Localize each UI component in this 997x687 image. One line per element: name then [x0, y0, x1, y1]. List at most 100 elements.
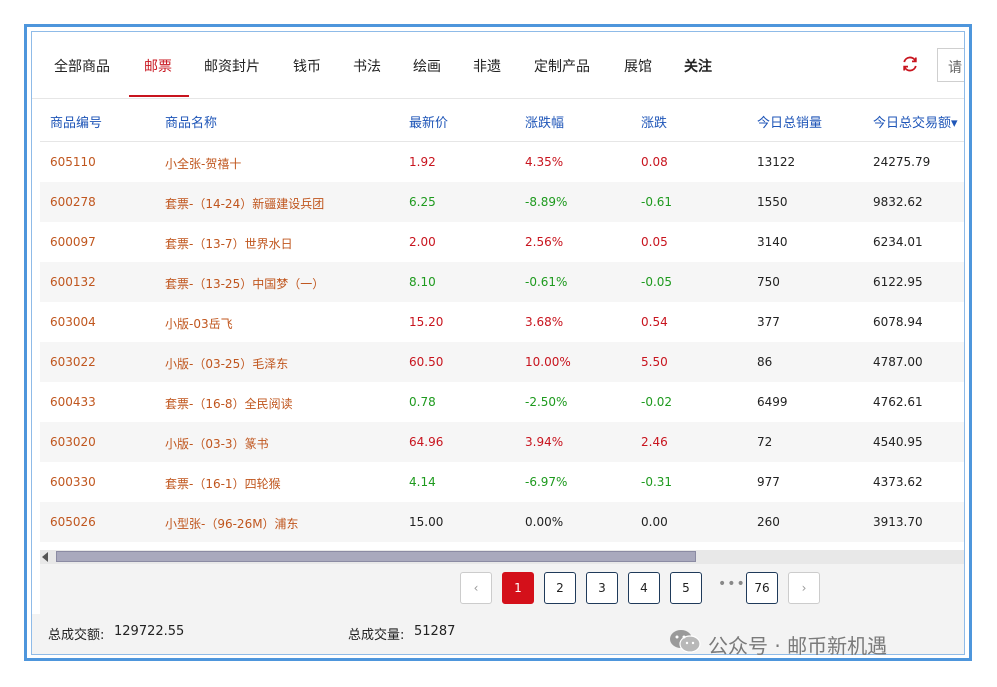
- cell-pct: -8.89%: [525, 195, 568, 209]
- cell-code[interactable]: 600132: [50, 275, 96, 289]
- col-code[interactable]: 商品编号: [50, 112, 102, 131]
- watermark-text: 公众号 · 邮币新机遇: [708, 634, 888, 658]
- cell-volume: 977: [757, 475, 780, 489]
- search-input[interactable]: 请: [937, 48, 964, 82]
- cell-code[interactable]: 605110: [50, 155, 96, 169]
- cell-name[interactable]: 小版-03岳飞: [165, 315, 233, 332]
- cell-chg: 0.08: [641, 155, 668, 169]
- tab-calligraphy[interactable]: 书法: [353, 56, 381, 76]
- table-row[interactable]: 600278 套票-（14-24）新疆建设兵团 6.25 -8.89% -0.61 155…: [40, 182, 964, 222]
- cell-code[interactable]: 603022: [50, 355, 96, 369]
- cell-name[interactable]: 小版-（03-3）篆书: [165, 435, 269, 452]
- next-page-button[interactable]: ›: [788, 572, 820, 604]
- table-row[interactable]: 605026 小型张-（96-26M）浦东 15.00 0.00% 0.00 260 391…: [40, 502, 964, 542]
- cell-pct: 10.00%: [525, 355, 571, 369]
- col-volume[interactable]: 今日总销量: [757, 112, 822, 131]
- prev-page-button[interactable]: ‹: [460, 572, 492, 604]
- cell-volume: 6499: [757, 395, 788, 409]
- cell-price: 2.00: [409, 235, 436, 249]
- cell-pct: 2.56%: [525, 235, 564, 249]
- page-button-1[interactable]: 1: [502, 572, 534, 604]
- tab-all[interactable]: 全部商品: [54, 56, 110, 76]
- wechat-icon: [670, 630, 701, 653]
- table-row[interactable]: 603022 小版-（03-25）毛泽东 60.50 10.00% 5.50 86 4787…: [40, 342, 964, 382]
- cell-price: 15.20: [409, 315, 444, 329]
- tab-stamps[interactable]: 邮票: [144, 56, 172, 76]
- total-volume-label: 总成交量:: [348, 628, 405, 643]
- col-chg[interactable]: 涨跌: [641, 112, 667, 131]
- table-row[interactable]: 600330 套票-（16-1）四轮猴 4.14 -6.97% -0.31 977 4373…: [40, 462, 964, 502]
- cell-name[interactable]: 套票-（13-7）世界水日: [165, 235, 293, 252]
- cell-price: 6.25: [409, 195, 436, 209]
- col-pct[interactable]: 涨跌幅: [525, 112, 564, 131]
- col-price[interactable]: 最新价: [409, 112, 448, 131]
- cell-amount: 9832.62: [873, 195, 923, 209]
- cell-chg: 5.50: [641, 355, 668, 369]
- tab-coins[interactable]: 钱币: [293, 56, 321, 76]
- cell-amount: 24275.79: [873, 155, 931, 169]
- cell-name[interactable]: 套票-（14-24）新疆建设兵团: [165, 195, 324, 212]
- page-button-last[interactable]: 76: [746, 572, 778, 604]
- cell-name[interactable]: 套票-（16-8）全民阅读: [165, 395, 293, 412]
- page-button-4[interactable]: 4: [628, 572, 660, 604]
- table-row[interactable]: 600433 套票-（16-8）全民阅读 0.78 -2.50% -0.02 6499 47…: [40, 382, 964, 422]
- tab-painting[interactable]: 绘画: [413, 56, 441, 76]
- tab-custom[interactable]: 定制产品: [534, 56, 590, 76]
- page-button-2[interactable]: 2: [544, 572, 576, 604]
- horizontal-scrollbar[interactable]: [40, 550, 964, 564]
- col-amount[interactable]: 今日总交易额▾: [873, 112, 958, 131]
- cell-volume: 3140: [757, 235, 788, 249]
- refresh-icon[interactable]: [900, 54, 920, 74]
- cell-volume: 86: [757, 355, 773, 369]
- cell-code[interactable]: 603020: [50, 435, 96, 449]
- cell-pct: -0.61%: [525, 275, 568, 289]
- cell-code[interactable]: 600097: [50, 235, 96, 249]
- cell-price: 60.50: [409, 355, 444, 369]
- table-row[interactable]: 603020 小版-（03-3）篆书 64.96 3.94% 2.46 72 4540.95: [40, 422, 964, 462]
- cell-price: 8.10: [409, 275, 436, 289]
- cell-pct: 0.00%: [525, 515, 564, 529]
- cell-name[interactable]: 套票-（13-25）中国梦（一）: [165, 275, 324, 292]
- cell-chg: -0.05: [641, 275, 673, 289]
- cell-chg: -0.02: [641, 395, 673, 409]
- table-row[interactable]: 603004 小版-03岳飞 15.20 3.68% 0.54 377 6078.94: [40, 302, 964, 342]
- cell-name[interactable]: 小全张-贺禧十: [165, 155, 241, 172]
- cell-price: 64.96: [409, 435, 444, 449]
- market-panel: 全部商品 邮票 邮资封片 钱币 书法 绘画 非遗 定制产品 展馆 关注 请 商品…: [31, 31, 965, 655]
- cell-name[interactable]: 小版-（03-25）毛泽东: [165, 355, 288, 372]
- cell-name[interactable]: 小型张-（96-26M）浦东: [165, 515, 299, 532]
- cell-chg: 0.05: [641, 235, 668, 249]
- total-amount-label: 总成交额:: [48, 628, 105, 643]
- tab-heritage[interactable]: 非遗: [473, 56, 501, 76]
- cell-code[interactable]: 603004: [50, 315, 96, 329]
- cell-amount: 4762.61: [873, 395, 923, 409]
- scroll-left-icon[interactable]: [42, 552, 48, 562]
- page-button-3[interactable]: 3: [586, 572, 618, 604]
- table-row[interactable]: 600097 套票-（13-7）世界水日 2.00 2.56% 0.05 3140 6234…: [40, 222, 964, 262]
- cell-price: 4.14: [409, 475, 436, 489]
- cell-pct: -6.97%: [525, 475, 568, 489]
- cell-amount: 6234.01: [873, 235, 923, 249]
- col-name[interactable]: 商品名称: [165, 112, 217, 131]
- cell-pct: 3.68%: [525, 315, 564, 329]
- cell-price: 1.92: [409, 155, 436, 169]
- page-button-5[interactable]: 5: [670, 572, 702, 604]
- cell-chg: -0.31: [641, 475, 673, 489]
- cell-volume: 1550: [757, 195, 788, 209]
- cell-code[interactable]: 600330: [50, 475, 96, 489]
- cell-volume: 72: [757, 435, 773, 449]
- cell-amount: 3913.70: [873, 515, 923, 529]
- cell-code[interactable]: 600433: [50, 395, 96, 409]
- tab-postal[interactable]: 邮资封片: [204, 56, 260, 76]
- tab-follow[interactable]: 关注: [684, 56, 712, 76]
- total-volume-value: 51287: [414, 624, 456, 639]
- table-row[interactable]: 600132 套票-（13-25）中国梦（一） 8.10 -0.61% -0.05 750…: [40, 262, 964, 302]
- tab-exhibition[interactable]: 展馆: [624, 56, 652, 76]
- cell-code[interactable]: 605026: [50, 515, 96, 529]
- cell-name[interactable]: 套票-（16-1）四轮猴: [165, 475, 281, 492]
- cell-amount: 4540.95: [873, 435, 923, 449]
- scrollbar-thumb[interactable]: [56, 551, 696, 562]
- cell-chg: 0.54: [641, 315, 668, 329]
- table-row[interactable]: 605110 小全张-贺禧十 1.92 4.35% 0.08 13122 24275.79: [40, 142, 964, 182]
- cell-code[interactable]: 600278: [50, 195, 96, 209]
